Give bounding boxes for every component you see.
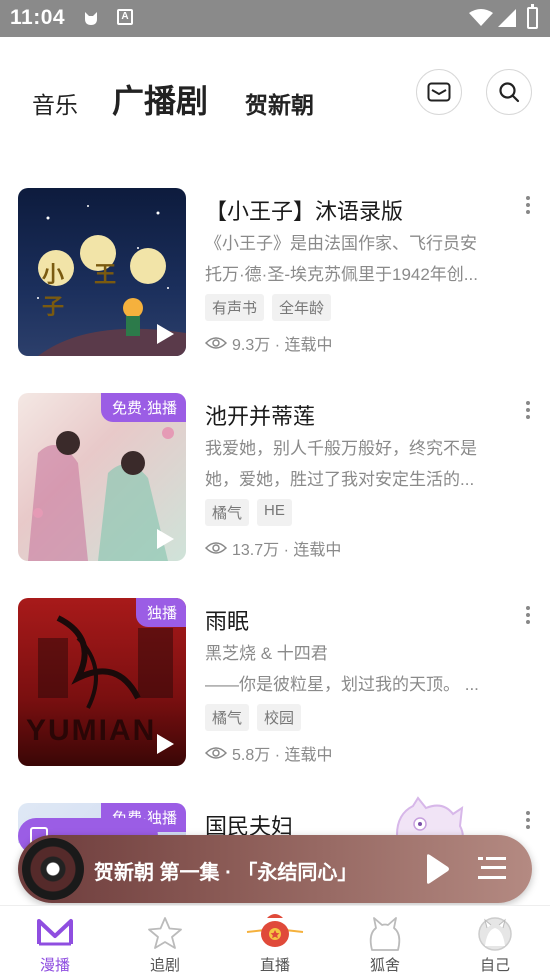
nav-label: 狐舍 xyxy=(369,957,400,974)
nav-item-fox-house[interactable]: 狐舍 xyxy=(330,906,440,979)
desc-line: 她，爱她，胜过了我对安定生活的... xyxy=(205,470,475,489)
notification-fox-icon xyxy=(85,12,97,25)
search-icon xyxy=(499,82,520,103)
item-description: 《小王子》是由法国作家、飞行员安 托万·德·圣-埃克苏佩里于1942年创... xyxy=(205,228,505,290)
desc-line: 托万·德·圣-埃克苏佩里于1942年创... xyxy=(205,265,478,284)
star-icon xyxy=(148,917,182,949)
nav-label: 追剧 xyxy=(149,957,180,974)
more-options-icon[interactable] xyxy=(522,401,534,421)
red-pouch-icon xyxy=(246,914,304,947)
eye-icon xyxy=(205,337,227,349)
playlist-icon[interactable] xyxy=(478,855,506,881)
battery-icon xyxy=(527,4,538,29)
play-count: 5.8万 · 连载中 xyxy=(232,747,333,764)
nav-item-live[interactable]: 直播 xyxy=(220,906,330,979)
nav-label: 自己 xyxy=(479,957,510,974)
status-badge: 免费·独播 xyxy=(101,393,186,422)
mail-icon xyxy=(427,82,451,102)
status-bar: 11:04 A xyxy=(0,0,550,37)
cover-image[interactable]: 小 王 子 xyxy=(18,188,186,356)
more-options-icon[interactable] xyxy=(522,811,534,831)
mail-button[interactable] xyxy=(416,69,462,115)
tag[interactable]: 橘气 xyxy=(205,499,250,526)
tag[interactable]: HE xyxy=(257,499,292,526)
play-count: 13.7万 · 连载中 xyxy=(232,542,342,559)
play-button-icon[interactable] xyxy=(423,853,451,885)
nav-item-me[interactable]: 自己 xyxy=(440,906,550,979)
play-stats: 5.8万 · 连载中 xyxy=(205,741,332,765)
cover-image[interactable]: 免费·独播 xyxy=(18,393,186,561)
play-icon xyxy=(157,734,174,754)
nav-item-follow[interactable]: 追剧 xyxy=(110,906,220,979)
play-icon xyxy=(157,324,174,344)
item-description: 黑芝烧 & 十四君 ——你是彼粒星，划过我的天顶。 ... xyxy=(205,638,505,700)
now-playing-title[interactable]: 贺新朝 第一集 · 「永结同心」 xyxy=(94,856,357,885)
item-title[interactable]: 池开并蒂莲 xyxy=(205,399,315,431)
more-options-icon[interactable] xyxy=(522,196,534,216)
item-title[interactable]: 雨眠 xyxy=(205,604,249,636)
nav-label: 漫播 xyxy=(39,957,70,974)
desc-line: 我爱她，别人千般万般好，终究不是 xyxy=(205,439,477,458)
item-title[interactable]: 【小王子】沐语录版 xyxy=(205,194,403,226)
tab-music[interactable]: 音乐 xyxy=(32,86,78,120)
tab-author[interactable]: 贺新朝 xyxy=(245,86,314,120)
desc-line: 黑芝烧 & 十四君 xyxy=(205,644,328,663)
status-time: 11:04 xyxy=(10,6,66,29)
album-disc-icon[interactable] xyxy=(22,838,84,900)
list-item[interactable]: 小 王 子 【小王子】沐语录版 《小王子》是由法国作家、飞行员安 托万·德·圣-… xyxy=(0,188,550,368)
play-stats: 13.7万 · 连载中 xyxy=(205,536,341,560)
more-options-icon[interactable] xyxy=(522,606,534,626)
notification-a-icon: A xyxy=(117,9,133,25)
bottom-nav: 漫播 追剧 直播 狐舍 自己 xyxy=(0,905,550,979)
tag[interactable]: 有声书 xyxy=(205,294,265,321)
list-item[interactable]: YUMIAN 独播 雨眠 黑芝烧 & 十四君 ——你是彼粒星，划过我的天顶。 .… xyxy=(0,598,550,778)
avatar-icon xyxy=(478,917,512,951)
tag[interactable]: 橘气 xyxy=(205,704,250,731)
play-stats: 9.3万 · 连载中 xyxy=(205,331,332,355)
play-count: 9.3万 · 连载中 xyxy=(232,337,333,354)
tag-list: 橘气 校园 xyxy=(205,704,302,731)
mini-player[interactable]: 贺新朝 第一集 · 「永结同心」 xyxy=(18,835,532,903)
desc-line: 《小王子》是由法国作家、飞行员安 xyxy=(205,234,477,253)
eye-icon xyxy=(205,747,227,759)
cellular-icon xyxy=(498,9,516,27)
tab-radio-drama[interactable]: 广播剧 xyxy=(112,76,208,122)
play-icon xyxy=(157,529,174,549)
status-badge: 独播 xyxy=(135,598,186,627)
nav-label: 直播 xyxy=(259,957,290,974)
cover-image[interactable]: YUMIAN 独播 xyxy=(18,598,186,766)
tag-list: 橘气 HE xyxy=(205,499,292,526)
list-item[interactable]: 免费·独播 池开并蒂莲 我爱她，别人千般万般好，终究不是 她，爱她，胜过了我对安… xyxy=(0,393,550,573)
search-button[interactable] xyxy=(486,69,532,115)
eye-icon xyxy=(205,542,227,554)
tag[interactable]: 校园 xyxy=(257,704,302,731)
tag[interactable]: 全年龄 xyxy=(272,294,332,321)
desc-line: ——你是彼粒星，划过我的天顶。 ... xyxy=(205,675,479,694)
cover-title-text: YUMIAN xyxy=(26,714,157,747)
item-description: 我爱她，别人千般万般好，终究不是 她，爱她，胜过了我对安定生活的... xyxy=(205,433,505,495)
tag-list: 有声书 全年龄 xyxy=(205,294,332,321)
manbo-logo-icon xyxy=(37,919,73,946)
nav-item-manbo[interactable]: 漫播 xyxy=(0,906,110,979)
fox-icon xyxy=(369,917,401,951)
wifi-icon xyxy=(469,9,493,26)
cover-title-text: 小 王 子 xyxy=(42,262,129,319)
